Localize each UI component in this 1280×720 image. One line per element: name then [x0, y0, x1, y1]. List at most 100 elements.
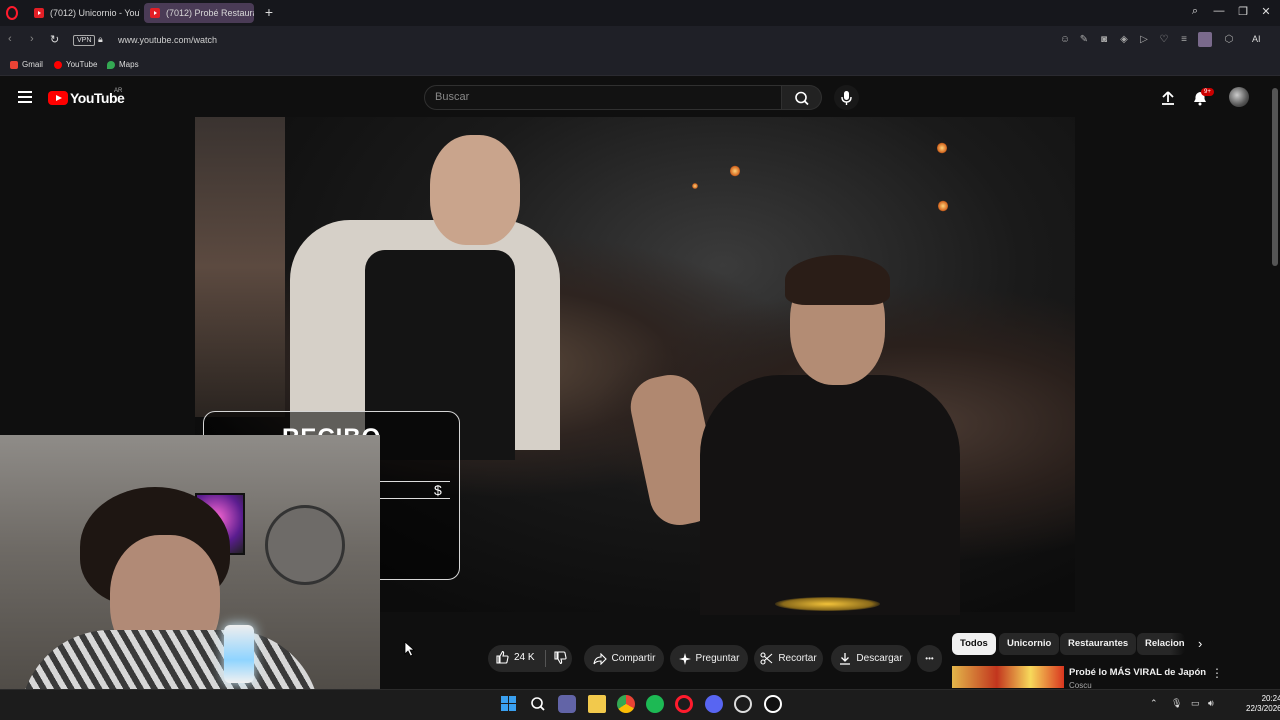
browser-tab-active[interactable]: (7012) Probé Restaura — [144, 3, 254, 23]
recommendation-thumbnail[interactable] — [952, 666, 1064, 688]
video-food-plate — [775, 597, 880, 611]
play-icon[interactable]: ▷ — [1137, 34, 1151, 45]
like-count: 24 K — [514, 651, 535, 663]
ask-button[interactable]: Preguntar — [670, 645, 748, 672]
receipt-currency-symbol: $ — [434, 482, 442, 498]
webcam-lamp — [224, 625, 254, 683]
mouse-cursor-icon — [404, 641, 416, 660]
kebab-menu-icon[interactable]: ⋮ — [1211, 666, 1223, 680]
like-divider — [545, 650, 546, 667]
share-button[interactable]: Compartir — [584, 645, 664, 672]
edit-icon[interactable]: ✎ — [1077, 34, 1091, 45]
hamburger-menu-icon[interactable] — [18, 91, 32, 103]
chip-restaurantes[interactable]: Restaurantes — [1060, 633, 1137, 655]
camera-icon[interactable]: ◙ — [1097, 34, 1111, 45]
search-icon — [795, 91, 809, 106]
ask-label: Preguntar — [695, 653, 740, 664]
pendant-light — [730, 165, 740, 177]
discord-icon[interactable] — [705, 695, 723, 713]
voice-search-button[interactable] — [834, 85, 859, 110]
account-avatar[interactable] — [1229, 87, 1249, 107]
download-button[interactable]: Descargar — [831, 645, 911, 672]
close-window-button[interactable]: ✕ — [1258, 5, 1274, 18]
notification-count-badge: 9+ — [1201, 88, 1214, 96]
minimize-button[interactable]: — — [1211, 5, 1227, 17]
clip-label: Recortar — [778, 653, 817, 664]
dislike-button[interactable] — [553, 651, 567, 670]
tray-volume-icon[interactable]: 🔊︎ — [1208, 698, 1214, 709]
reload-icon[interactable]: ↻ — [50, 33, 59, 46]
chip-unicornio[interactable]: Unicornio — [999, 633, 1060, 655]
url-field[interactable]: www.youtube.com/watch — [118, 35, 217, 45]
like-button[interactable]: 24 K — [495, 650, 535, 664]
browser-search-icon[interactable]: ⌕ — [1187, 5, 1203, 18]
webcam-fan — [265, 505, 345, 585]
new-tab-button[interactable]: + — [262, 5, 276, 20]
scrollbar-thumb[interactable] — [1272, 88, 1278, 266]
ai-label: AI — [1252, 34, 1261, 44]
country-code: AR — [114, 88, 123, 94]
opera-taskbar-icon[interactable] — [675, 695, 693, 713]
spotify-icon[interactable] — [646, 695, 664, 713]
recommendation-title[interactable]: Probé lo MÁS VIRAL de Japón — [1069, 667, 1206, 678]
chrome-icon[interactable] — [617, 695, 635, 713]
chevron-right-icon[interactable]: › — [1198, 636, 1202, 651]
tab-label: (7012) Unicornio - YouTub — [50, 8, 140, 18]
shield-icon[interactable]: ◈ — [1117, 34, 1131, 45]
share-icon — [593, 652, 607, 665]
restore-button[interactable]: ❐ — [1235, 5, 1251, 18]
obs-icon[interactable] — [764, 695, 782, 713]
menu-icon[interactable]: ≡ — [1177, 34, 1191, 45]
tray-network-icon[interactable]: ▭ — [1191, 698, 1200, 709]
heart-icon[interactable]: ♡ — [1157, 34, 1171, 45]
sparkle-icon — [678, 652, 691, 665]
youtube-favicon-icon — [34, 8, 44, 18]
video-person-waiter — [290, 130, 560, 460]
bookmark-label: Gmail — [22, 60, 43, 69]
clip-button[interactable]: Recortar — [754, 645, 823, 672]
search-button[interactable] — [782, 85, 822, 110]
more-actions-button[interactable]: ••• — [917, 645, 942, 672]
scissors-icon — [760, 652, 773, 665]
taskbar-search-icon[interactable] — [529, 695, 547, 713]
youtube-logo-icon[interactable] — [48, 91, 68, 105]
youtube-favicon-icon — [150, 8, 160, 18]
thumbs-down-icon — [554, 651, 567, 665]
bookmark-youtube[interactable]: YouTube — [54, 60, 97, 69]
streamer-webcam-overlay — [0, 435, 380, 720]
opera-logo-icon[interactable] — [6, 6, 18, 20]
clock-time: 20:24 — [1261, 694, 1280, 703]
tab-label: (7012) Probé Restaura — [166, 8, 254, 18]
microphone-icon — [841, 91, 852, 105]
extensions-icon[interactable]: ⬡ — [1222, 34, 1236, 45]
app-icon[interactable] — [734, 695, 752, 713]
pendant-light — [692, 183, 698, 189]
thumbs-up-icon — [496, 650, 509, 664]
download-label: Descargar — [856, 653, 903, 664]
tray-chevron-up-icon[interactable]: ⌃ — [1150, 698, 1158, 709]
back-icon[interactable]: ‹ — [8, 33, 12, 45]
chip-relacionados[interactable]: Relacion — [1137, 633, 1185, 655]
teams-icon[interactable] — [558, 695, 576, 713]
tray-microphone-icon[interactable]: 🎙︎ — [1171, 698, 1182, 709]
windows-start-icon[interactable] — [500, 695, 518, 713]
download-icon — [840, 653, 851, 665]
bookmarks-bar — [0, 54, 1280, 76]
search-input[interactable]: Buscar — [424, 85, 782, 110]
profile-icon[interactable] — [1198, 32, 1212, 47]
upload-icon[interactable] — [1160, 90, 1176, 111]
file-explorer-icon[interactable] — [588, 695, 606, 713]
chip-todos[interactable]: Todos — [952, 633, 996, 655]
lock-icon[interactable]: 🔒︎ — [98, 34, 103, 45]
browser-tab-unicornio[interactable]: (7012) Unicornio - YouTub — [28, 3, 140, 23]
vpn-badge[interactable]: VPN — [73, 35, 96, 46]
more-icon: ••• — [925, 654, 934, 663]
pendant-light — [937, 142, 947, 154]
ai-button[interactable]: AI — [1252, 34, 1261, 44]
bookmark-maps[interactable]: Maps — [107, 60, 139, 69]
bookmark-gmail[interactable]: Gmail — [10, 60, 43, 69]
share-label: Compartir — [611, 653, 656, 664]
forward-icon[interactable]: › — [30, 33, 34, 45]
emoji-icon[interactable]: ☺ — [1058, 34, 1072, 45]
taskbar-clock[interactable]: 20:24 22/3/2026 — [1246, 694, 1280, 714]
